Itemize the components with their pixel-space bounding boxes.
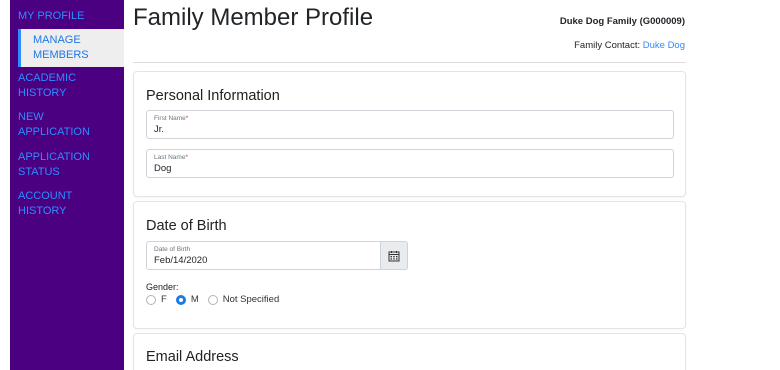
- first-name-value: Jr.: [154, 124, 165, 135]
- sidebar-item-my-profile[interactable]: MY PROFILE: [18, 9, 84, 24]
- calendar-icon: [388, 250, 400, 261]
- gender-option-f[interactable]: F: [146, 294, 167, 305]
- first-name-field[interactable]: First Name* Jr.: [146, 110, 674, 139]
- family-contact: Family Contact: Duke Dog: [574, 40, 685, 51]
- radio-not-specified[interactable]: [207, 294, 218, 305]
- sidebar-item-new-application[interactable]: NEW APPLICATION: [18, 110, 98, 140]
- gender-radio-group: F M Not Specified: [146, 294, 288, 305]
- email-title: Email Address: [146, 349, 239, 365]
- date-of-birth-field[interactable]: Date of Birth Feb/14/2020: [146, 241, 408, 270]
- sidebar-item-academic-history[interactable]: ACADEMIC HISTORY: [18, 71, 98, 101]
- first-name-label: First Name*: [154, 115, 189, 122]
- sidebar-item-manage-members[interactable]: MANAGE MEMBERS: [18, 29, 124, 67]
- gender-label: Gender:: [146, 282, 179, 292]
- family-contact-label: Family Contact:: [574, 40, 641, 51]
- gender-option-m[interactable]: M: [175, 294, 199, 305]
- header-divider: [133, 62, 686, 63]
- gender-option-not-specified[interactable]: Not Specified: [207, 294, 279, 305]
- date-of-birth-value: Feb/14/2020: [154, 255, 208, 266]
- sidebar-item-application-status[interactable]: APPLICATION STATUS: [18, 150, 108, 180]
- personal-info-title: Personal Information: [146, 88, 280, 104]
- sidebar-item-account-history[interactable]: ACCOUNT HISTORY: [18, 189, 98, 219]
- email-card: Email Address: [133, 333, 686, 370]
- date-of-birth-card: Date of Birth Date of Birth Feb/14/2020 …: [133, 201, 686, 329]
- last-name-value: Dog: [154, 163, 172, 174]
- date-of-birth-title: Date of Birth: [146, 218, 227, 234]
- date-of-birth-label: Date of Birth: [154, 246, 191, 253]
- last-name-label: Last Name*: [154, 154, 188, 161]
- radio-f[interactable]: [146, 294, 156, 305]
- personal-info-card: Personal Information First Name* Jr. Las…: [133, 71, 686, 197]
- family-contact-link[interactable]: Duke Dog: [643, 40, 685, 51]
- sidebar: MY PROFILE MANAGE MEMBERS ACADEMIC HISTO…: [10, 0, 124, 370]
- family-name: Duke Dog Family (G000009): [559, 16, 685, 27]
- calendar-button[interactable]: [380, 241, 408, 270]
- page-title: Family Member Profile: [133, 4, 374, 31]
- last-name-field[interactable]: Last Name* Dog: [146, 149, 674, 178]
- radio-m[interactable]: [175, 294, 186, 305]
